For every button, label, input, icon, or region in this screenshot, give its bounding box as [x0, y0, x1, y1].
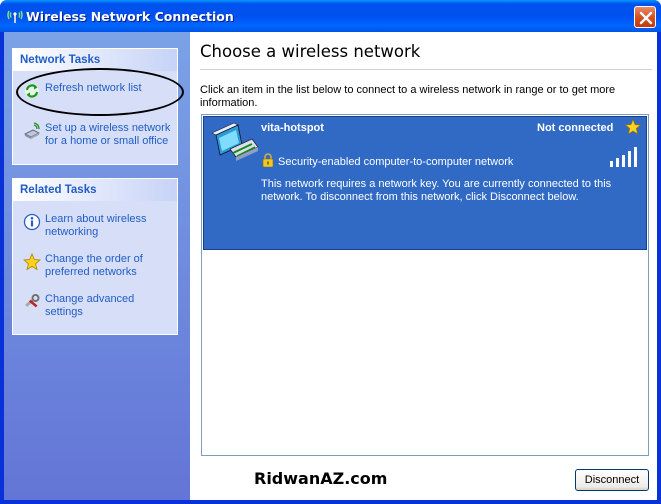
wireless-setup-icon [23, 122, 41, 140]
heading-divider [200, 69, 652, 70]
related-tasks-body: Learn about wireless networking Change t… [13, 201, 177, 334]
task-label[interactable]: Change the order of preferred networks [45, 253, 175, 279]
main-content: Choose a wireless network Click an item … [190, 32, 657, 500]
instructions-text: Click an item in the list below to conne… [200, 84, 616, 109]
lock-icon [262, 153, 274, 168]
security-type: Security-enabled computer-to-computer ne… [278, 156, 514, 168]
settings-tools-icon [23, 293, 41, 311]
connection-status: Not connected [537, 122, 614, 134]
network-list-item[interactable]: vita-hotspot Not connected Security-enab… [203, 116, 647, 250]
highlight-annotation-oval [16, 68, 184, 116]
disconnect-button[interactable]: Disconnect [575, 469, 649, 491]
window-client-area: Network Tasks Refresh network list Set u… [4, 32, 657, 500]
related-tasks-header: Related Tasks [13, 179, 177, 201]
wireless-network-icon [208, 119, 260, 167]
title-bar[interactable]: Wireless Network Connection [0, 0, 661, 32]
close-button[interactable] [634, 6, 656, 28]
task-label[interactable]: Learn about wireless networking [45, 213, 175, 239]
task-label[interactable]: Set up a wireless network for a home or … [45, 122, 175, 148]
window-title: Wireless Network Connection [26, 9, 234, 24]
watermark-text: RidwanAZ.com [254, 469, 388, 488]
network-ssid: vita-hotspot [261, 122, 324, 134]
task-label[interactable]: Change advanced settings [45, 293, 175, 319]
related-tasks-panel: Related Tasks Learn about wireless netwo… [12, 178, 178, 335]
page-title: Choose a wireless network [200, 42, 421, 61]
info-icon [23, 213, 41, 231]
wireless-network-window: Wireless Network Connection Network Task… [0, 0, 661, 504]
task-pane: Network Tasks Refresh network list Set u… [4, 32, 190, 500]
wireless-antenna-icon [6, 8, 24, 24]
network-description: This network requires a network key. You… [261, 178, 612, 203]
wireless-network-list[interactable]: vita-hotspot Not connected Security-enab… [201, 114, 649, 488]
signal-strength-icon [609, 147, 639, 167]
star-icon [23, 252, 41, 271]
preferred-star-icon [624, 118, 642, 135]
